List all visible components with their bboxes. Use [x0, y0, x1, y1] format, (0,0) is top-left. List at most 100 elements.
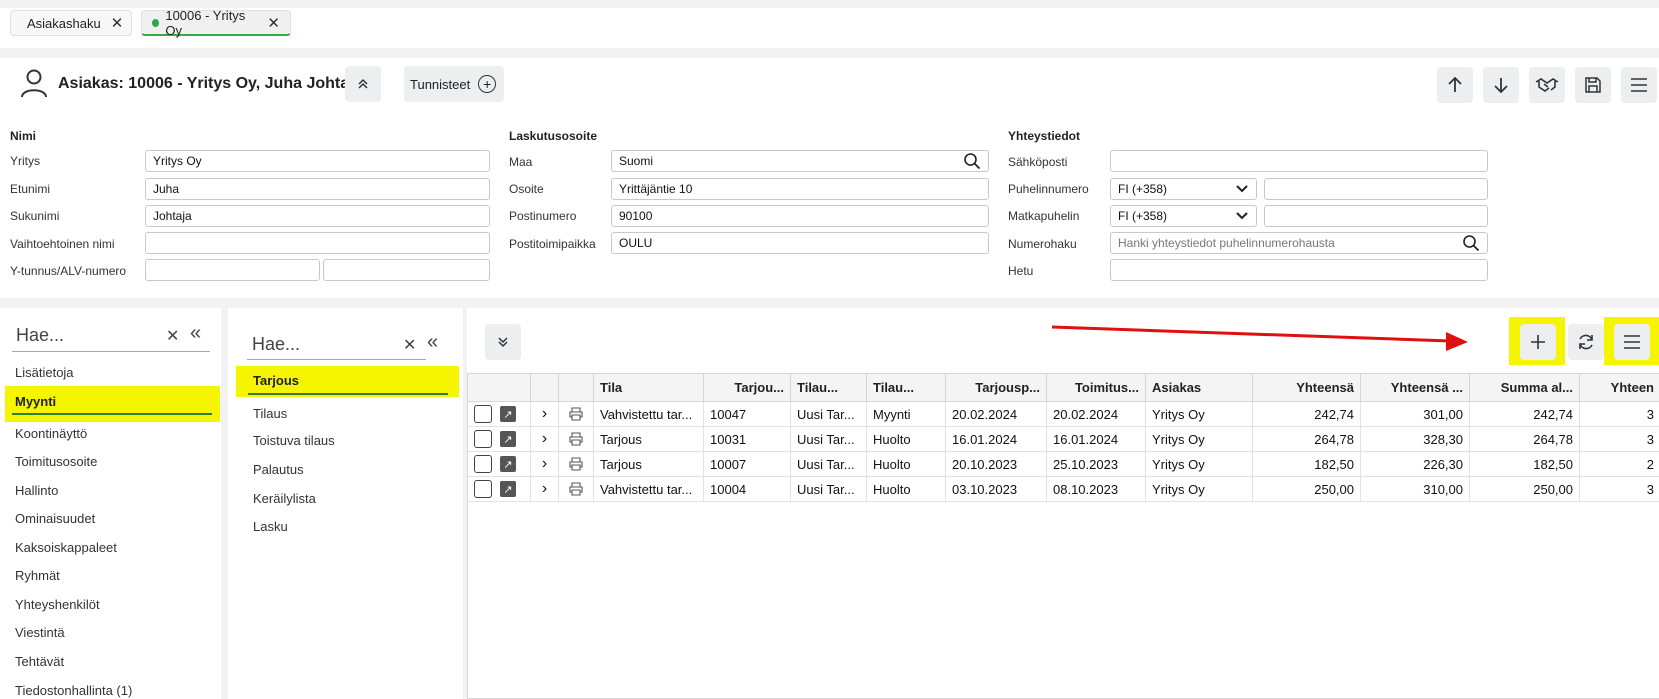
- tab-customer-10006[interactable]: 10006 - Yritys Oy ✕: [141, 8, 291, 38]
- matkapuhelin-field[interactable]: [1264, 205, 1488, 227]
- left-nav-item-kaksoiskappaleet[interactable]: Kaksoiskappaleet: [15, 540, 117, 555]
- collapse-header-button[interactable]: [345, 66, 381, 102]
- sukunimi-field[interactable]: Johtaja: [145, 205, 490, 227]
- expand-row-icon[interactable]: ›: [531, 427, 559, 452]
- postinumero-field[interactable]: 90100: [611, 205, 989, 227]
- alv-numero-field[interactable]: [323, 259, 490, 281]
- sub-nav-item-tarjous[interactable]: Tarjous: [253, 373, 299, 388]
- table-header-yhteensa[interactable]: Yhteensä: [1253, 374, 1361, 402]
- left-nav-search-input[interactable]: Hae...: [16, 325, 64, 346]
- row-checkbox[interactable]: [474, 430, 492, 448]
- section-heading-nimi: Nimi: [10, 129, 37, 143]
- left-nav-item-koontinaytto[interactable]: Koontinäyttö: [15, 426, 87, 441]
- sub-nav-item-kerailylista[interactable]: Keräilylista: [253, 491, 316, 506]
- print-icon[interactable]: [559, 477, 594, 502]
- table-header-tilauslaji[interactable]: Tilau...: [867, 374, 946, 402]
- yritys-field[interactable]: Yritys Oy: [145, 150, 490, 172]
- page-title: Asiakas: 10006 - Yritys Oy, Juha Johtaja: [58, 75, 363, 92]
- sahkoposti-field[interactable]: [1110, 150, 1488, 172]
- left-nav-item-tehtavat[interactable]: Tehtävät: [15, 654, 64, 669]
- open-record-icon[interactable]: ↗: [500, 406, 516, 422]
- sub-nav-item-palautus[interactable]: Palautus: [253, 462, 304, 477]
- expand-row-icon[interactable]: ›: [531, 477, 559, 502]
- close-icon[interactable]: ✕: [111, 14, 124, 32]
- table-cell: Uusi Tar...: [791, 402, 867, 427]
- maa-value: Suomi: [619, 154, 654, 168]
- table-header-yhteensa-alv[interactable]: Yhteensä ...: [1361, 374, 1470, 402]
- puhelin-country-select[interactable]: FI (+358): [1110, 178, 1257, 200]
- table-menu-button[interactable]: [1614, 324, 1650, 360]
- table-header-summa-alv[interactable]: Summa al...: [1470, 374, 1580, 402]
- ytunnus-field[interactable]: [145, 259, 320, 281]
- open-record-icon[interactable]: ↗: [500, 456, 516, 472]
- arrow-up-icon: [1448, 76, 1462, 92]
- left-nav-item-yhteyshenkilot[interactable]: Yhteyshenkilöt: [15, 597, 100, 612]
- left-nav-item-ryhmat[interactable]: Ryhmät: [15, 568, 60, 583]
- table-header-tarjouspaiva[interactable]: Tarjousp...: [946, 374, 1047, 402]
- search-underline: [12, 351, 210, 352]
- row-checkbox[interactable]: [474, 480, 492, 498]
- left-nav-item-viestinta[interactable]: Viestintä: [15, 625, 65, 640]
- search-icon[interactable]: [963, 152, 981, 170]
- left-nav-item-hallinto[interactable]: Hallinto: [15, 483, 58, 498]
- matkapuhelin-country-select[interactable]: FI (+358): [1110, 205, 1257, 227]
- left-nav-item-tiedostonhallinta[interactable]: Tiedostonhallinta (1): [15, 683, 132, 698]
- sub-nav-item-toistuva-tilaus[interactable]: Toistuva tilaus: [253, 433, 335, 448]
- hetu-field[interactable]: [1110, 259, 1488, 281]
- left-nav-item-toimitusosoite[interactable]: Toimitusosoite: [15, 454, 97, 469]
- open-record-icon[interactable]: ↗: [500, 431, 516, 447]
- maa-field[interactable]: Suomi: [611, 150, 989, 172]
- chevron-double-down-icon: [498, 337, 508, 348]
- print-icon[interactable]: [559, 427, 594, 452]
- table-header-tila[interactable]: Tila: [594, 374, 704, 402]
- move-up-button[interactable]: [1437, 67, 1473, 103]
- table-header-yhteensa-2[interactable]: Yhteen: [1580, 374, 1659, 402]
- left-nav-item-lisatietoja[interactable]: Lisätietoja: [15, 365, 74, 380]
- menu-button[interactable]: [1621, 67, 1657, 103]
- add-button[interactable]: [1520, 324, 1556, 360]
- left-nav-item-ominaisuudet[interactable]: Ominaisuudet: [15, 511, 95, 526]
- clear-icon[interactable]: ✕: [403, 335, 416, 355]
- expand-row-icon[interactable]: ›: [531, 452, 559, 477]
- table-row-actions: ↗: [468, 427, 531, 452]
- search-icon[interactable]: [1462, 234, 1480, 252]
- table-cell: 10004: [704, 477, 791, 502]
- row-checkbox[interactable]: [474, 455, 492, 473]
- postitoimipaikka-field[interactable]: OULU: [611, 232, 989, 254]
- table-header-tilaustyyppi[interactable]: Tilau...: [791, 374, 867, 402]
- collapse-left-icon[interactable]: «: [427, 331, 438, 354]
- table-header-tarjousnumero[interactable]: Tarjou...: [704, 374, 791, 402]
- label-postitoimipaikka: Postitoimipaikka: [509, 237, 596, 251]
- sub-nav-item-lasku[interactable]: Lasku: [253, 519, 288, 534]
- close-icon[interactable]: ✕: [267, 14, 280, 32]
- sub-nav-item-tilaus[interactable]: Tilaus: [253, 406, 287, 421]
- table-cell: 25.10.2023: [1047, 452, 1146, 477]
- vaihtoehtoinen-nimi-field[interactable]: [145, 232, 490, 254]
- clear-icon[interactable]: ✕: [166, 326, 179, 346]
- print-icon[interactable]: [559, 452, 594, 477]
- osoite-field[interactable]: Yrittäjäntie 10: [611, 178, 989, 200]
- move-down-button[interactable]: [1483, 67, 1519, 103]
- etunimi-field[interactable]: Juha: [145, 178, 490, 200]
- collapse-left-icon[interactable]: «: [190, 322, 201, 345]
- section-heading-yhteystiedot: Yhteystiedot: [1008, 129, 1081, 143]
- tunnisteet-label: Tunnisteet: [410, 76, 471, 92]
- table-header-asiakas[interactable]: Asiakas: [1146, 374, 1253, 402]
- expand-all-button[interactable]: [485, 324, 521, 360]
- handshake-button[interactable]: [1529, 67, 1565, 103]
- sub-nav-search-input[interactable]: Hae...: [252, 334, 300, 355]
- tab-asiakashaku[interactable]: Asiakashaku ✕: [10, 10, 132, 36]
- tunnisteet-button[interactable]: Tunnisteet +: [404, 66, 504, 102]
- numerohaku-field[interactable]: Hanki yhteystiedot puhelinnumerohausta: [1110, 232, 1488, 254]
- expand-row-icon[interactable]: ›: [531, 402, 559, 427]
- table-cell: Tarjous: [594, 452, 704, 477]
- print-icon[interactable]: [559, 402, 594, 427]
- left-nav-item-myynti[interactable]: Myynti: [15, 394, 56, 409]
- table-cell: Myynti: [867, 402, 946, 427]
- puhelinnumero-field[interactable]: [1264, 178, 1488, 200]
- open-record-icon[interactable]: ↗: [500, 481, 516, 497]
- refresh-button[interactable]: [1568, 324, 1604, 360]
- save-button[interactable]: [1575, 67, 1611, 103]
- table-header-toimituspaiva[interactable]: Toimitus...: [1047, 374, 1146, 402]
- row-checkbox[interactable]: [474, 405, 492, 423]
